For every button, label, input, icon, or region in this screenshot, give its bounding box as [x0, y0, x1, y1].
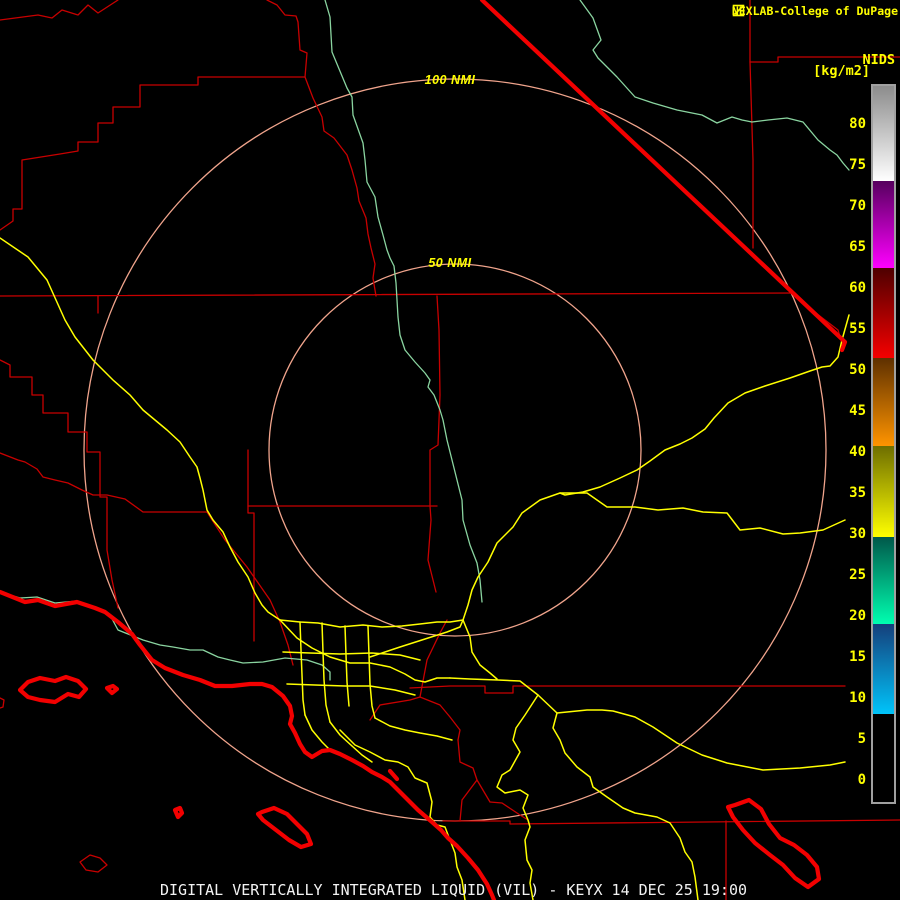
- header-title: NEXLAB-College of DuPage: [732, 4, 898, 18]
- colorbar-tick-label: 65: [826, 238, 866, 256]
- units-label: [kg/m2]: [813, 63, 870, 79]
- island: [728, 800, 819, 887]
- colorbar-tick-label: 0: [826, 771, 866, 789]
- range-ring-100nmi: [84, 79, 826, 821]
- colorbar-tick-label: 15: [826, 648, 866, 666]
- colorbar-tick-label: 50: [826, 361, 866, 379]
- colorbar-segment-olive-yellow: [873, 446, 894, 537]
- colorbar-tick-label: 20: [826, 607, 866, 625]
- range-rings-layer: [84, 79, 826, 821]
- rivers-layer: [0, 0, 849, 680]
- colorbar-tick-label: 55: [826, 320, 866, 338]
- colorbar-tick-label: 30: [826, 525, 866, 543]
- colorbar-tick-label: 40: [826, 443, 866, 461]
- colorbar-tick-label: 45: [826, 402, 866, 420]
- colorbar-segment-black: [873, 714, 894, 799]
- colorbar: [871, 84, 896, 804]
- colorbar-segment-brown-orange: [873, 358, 894, 447]
- state-border-diagonal: [482, 0, 845, 350]
- colorbar-segments: [873, 86, 894, 802]
- colorbar-segment-purple-magenta: [873, 181, 894, 268]
- cod-logo-icon: [732, 4, 745, 17]
- island: [20, 677, 86, 702]
- radar-screen: 100 NMI 50 NMI NEXLAB-College of DuPage …: [0, 0, 900, 900]
- range-ring-50nmi: [269, 264, 641, 636]
- island: [175, 808, 182, 817]
- site-header: NEXLAB-College of DuPage: [732, 4, 898, 18]
- coastline: [0, 592, 494, 900]
- colorbar-segment-darkred-red: [873, 268, 894, 357]
- colorbar-segment-teal-mint: [873, 537, 894, 624]
- colorbar-tick-label: 60: [826, 279, 866, 297]
- island: [258, 808, 311, 847]
- colorbar-tick-label: 5: [826, 730, 866, 748]
- state-coastline-layer: [0, 0, 845, 900]
- colorbar-tick-label: 35: [826, 484, 866, 502]
- colorbar-tick-label: 25: [826, 566, 866, 584]
- radar-map: [0, 0, 900, 900]
- colorbar-tick-label: 80: [826, 115, 866, 133]
- ring-label-50nmi: 50 NMI: [428, 256, 471, 270]
- highways-layer: [0, 238, 849, 900]
- colorbar-tick-label: 10: [826, 689, 866, 707]
- ring-label-100nmi: 100 NMI: [425, 73, 476, 87]
- colorbar-tick-label: 70: [826, 197, 866, 215]
- colorbar-segment-navy-cyan: [873, 624, 894, 714]
- product-caption: DIGITAL VERTICALLY INTEGRATED LIQUID (VI…: [160, 881, 747, 899]
- island: [107, 686, 117, 693]
- colorbar-tick-label: 75: [826, 156, 866, 174]
- colorbar-segment-gray-white: [873, 86, 894, 181]
